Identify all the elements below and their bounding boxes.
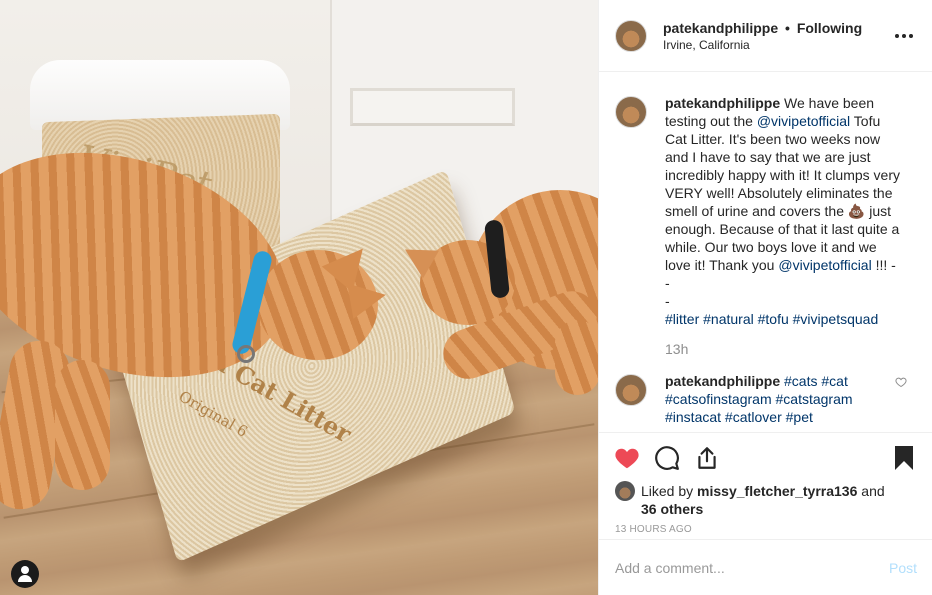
post-photo[interactable]: ViviPet Tofu Cat Litter Original 6 [0,0,598,595]
caption-comment: patekandphilippe We have been testing ou… [615,94,916,358]
post-header-line: patekandphilippe • Following [663,19,892,37]
add-comment-input[interactable] [615,559,889,576]
mention-link[interactable]: @vivipetofficial [778,257,871,273]
avatar[interactable] [615,96,647,128]
hashtag-links[interactable]: #catsofinstagram #catstagram [665,390,887,408]
comment-username[interactable]: patekandphilippe [665,373,780,389]
bookmark-filled-icon [895,445,913,470]
comment-button[interactable] [653,444,681,472]
likes-others-link[interactable]: 36 others [641,501,703,517]
photo-cat-left-ear [347,277,389,319]
comment-bubble-icon [655,445,679,470]
post-sidebar: patekandphilippe • Following Irvine, Cal… [598,0,932,595]
post-date[interactable]: 13 HOURS AGO [599,518,932,535]
caption-text: patekandphilippe We have been testing ou… [665,94,905,358]
add-comment-bar: Post [599,539,932,595]
hashtag-links[interactable]: #instacat #catlover #pet [665,408,887,426]
caption-text-part: !!! - [871,257,896,273]
photo-cat-left-leg [55,360,110,490]
post-header: patekandphilippe • Following Irvine, Cal… [599,0,932,72]
comment-text: patekandphilippe #cats #cat #catsofinsta… [665,372,887,426]
like-button[interactable] [613,444,641,472]
header-username[interactable]: patekandphilippe [663,20,778,36]
following-button[interactable]: Following [797,20,862,36]
likes-text: Liked by missy_fletcher_tyrra136 and 36 … [641,482,885,518]
hashtag-links[interactable]: #litter #natural #tofu #vivipetsquad [665,310,905,328]
likes-summary: Liked by missy_fletcher_tyrra136 and 36 … [599,481,932,518]
hashtag-links[interactable]: #cats #cat [784,373,848,389]
avatar[interactable] [615,19,647,52]
photo-cat-right-leg [555,320,598,395]
save-button[interactable] [890,444,918,472]
more-options-icon[interactable] [892,24,916,48]
heart-filled-icon [615,448,639,468]
caption-timestamp[interactable]: 13h [665,340,905,358]
liker-avatar[interactable] [615,481,635,501]
likes-and: and [857,483,885,499]
share-upload-icon [698,446,716,469]
mention-link[interactable]: @vivipetofficial [757,113,850,129]
avatar[interactable] [615,374,647,406]
comments-list[interactable]: patekandphilippe We have been testing ou… [599,72,932,432]
share-button[interactable] [693,444,721,472]
comment-item: patekandphilippe #cats #cat #catsofinsta… [615,372,916,426]
liker-username[interactable]: missy_fletcher_tyrra136 [697,483,857,499]
photo-cat-left-tag [237,345,255,363]
post-header-text: patekandphilippe • Following Irvine, Cal… [663,19,892,53]
comment-like-heart-icon[interactable] [895,376,907,388]
separator-dot: • [785,19,790,36]
location-link[interactable]: Irvine, California [663,37,892,53]
poop-emoji: 💩 [847,203,866,219]
photo-door-panel [350,88,515,126]
user-tags-icon[interactable] [11,560,39,588]
caption-line: - [665,275,670,291]
action-bar [599,432,932,482]
likes-prefix: Liked by [641,483,698,499]
post-modal: ViviPet Tofu Cat Litter Original 6 patek… [0,0,932,595]
caption-username[interactable]: patekandphilippe [665,95,780,111]
post-comment-button[interactable]: Post [889,560,917,576]
caption-line: - [665,293,670,309]
